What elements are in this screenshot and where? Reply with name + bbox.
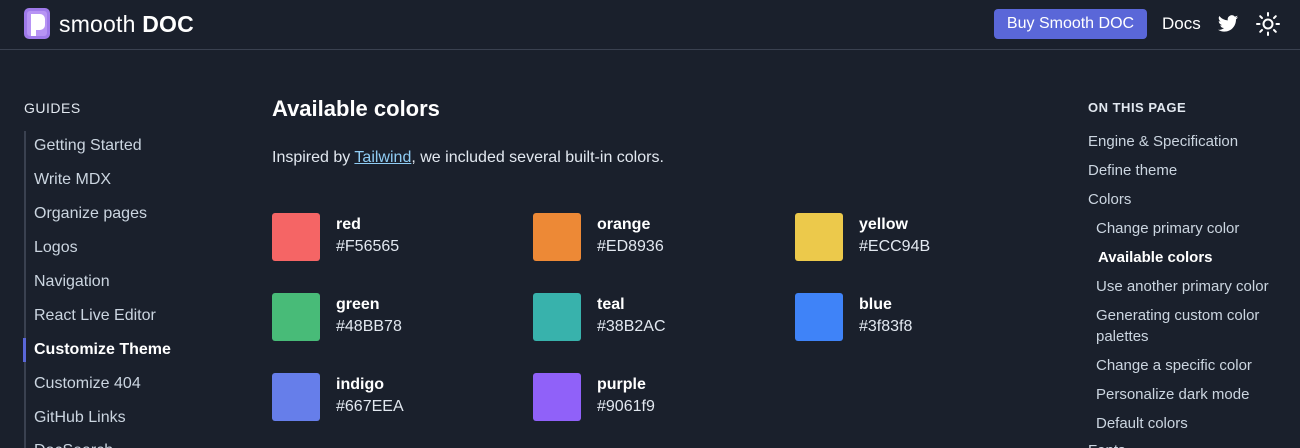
sidebar-item-customize-theme[interactable]: Customize Theme	[34, 339, 171, 361]
swatch-box	[533, 373, 581, 421]
sidebar-item-react-live-editor[interactable]: React Live Editor	[34, 305, 156, 327]
brand-logo-link[interactable]: smooth DOC	[24, 8, 194, 40]
color-swatch-teal: teal #38B2AC	[533, 293, 763, 343]
swatch-box	[272, 293, 320, 341]
sidebar-item-logos[interactable]: Logos	[34, 237, 78, 259]
color-swatch-green: green #48BB78	[272, 293, 502, 343]
swatch-hex: #48BB78	[336, 318, 402, 335]
smooth-doc-logo-icon	[24, 8, 50, 39]
sun-icon[interactable]	[1256, 12, 1280, 36]
toc-item-colors[interactable]: Colors	[1088, 189, 1131, 210]
swatch-hex: #9061f9	[597, 398, 655, 415]
brand-name: smooth DOC	[59, 10, 194, 37]
swatch-name: green	[336, 296, 380, 313]
swatch-box	[533, 293, 581, 341]
swatch-name: yellow	[859, 216, 908, 233]
color-swatch-indigo: indigo #667EEA	[272, 373, 502, 423]
toc-item-engine-specification[interactable]: Engine & Specification	[1088, 131, 1238, 152]
swatch-hex: #38B2AC	[597, 318, 666, 335]
sidebar-rail	[24, 131, 26, 448]
toc-item-change-a-specific-color[interactable]: Change a specific color	[1096, 355, 1252, 376]
swatch-name: blue	[859, 296, 892, 313]
swatch-hex: #667EEA	[336, 398, 404, 415]
toc-item-generating-custom-color-palettes[interactable]: Generating custom color palettes	[1096, 305, 1286, 347]
swatch-hex: #3f83f8	[859, 318, 913, 335]
sidebar-item-navigation[interactable]: Navigation	[34, 271, 110, 293]
sidebar-item-organize-pages[interactable]: Organize pages	[34, 203, 147, 225]
swatch-name: orange	[597, 216, 651, 233]
toc-item-define-theme[interactable]: Define theme	[1088, 160, 1177, 181]
swatch-box	[795, 213, 843, 261]
top-header: smooth DOC Buy Smooth DOC Docs	[0, 0, 1300, 50]
color-swatch-orange: orange #ED8936	[533, 213, 763, 263]
swatch-box	[533, 213, 581, 261]
docs-link[interactable]: Docs	[1162, 14, 1201, 34]
sidebar-item-customize-404[interactable]: Customize 404	[34, 373, 141, 395]
toc-item-fonts[interactable]: Fonts	[1088, 440, 1126, 448]
toc-item-available-colors[interactable]: Available colors	[1098, 247, 1213, 268]
swatch-name: teal	[597, 296, 625, 313]
swatch-hex: #ECC94B	[859, 238, 931, 255]
swatch-box	[272, 373, 320, 421]
sidebar-active-indicator	[23, 338, 26, 362]
color-swatch-purple: purple #9061f9	[533, 373, 763, 423]
color-swatch-yellow: yellow #ECC94B	[795, 213, 1025, 263]
sidebar-item-getting-started[interactable]: Getting Started	[34, 135, 142, 157]
toc-item-personalize-dark-mode[interactable]: Personalize dark mode	[1096, 384, 1249, 405]
swatch-box	[272, 213, 320, 261]
swatch-name: indigo	[336, 376, 384, 393]
color-swatch-red: red #F56565	[272, 213, 502, 263]
sidebar-section-title: GUIDES	[24, 100, 81, 116]
buy-smooth-doc-button[interactable]: Buy Smooth DOC	[994, 9, 1147, 39]
color-swatch-blue: blue #3f83f8	[795, 293, 1025, 343]
swatch-hex: #F56565	[336, 238, 400, 255]
sidebar-item-github-links[interactable]: GitHub Links	[34, 407, 126, 429]
toc-title: ON THIS PAGE	[1088, 100, 1187, 115]
twitter-icon[interactable]	[1217, 13, 1239, 35]
toc-item-use-another-primary-color[interactable]: Use another primary color	[1096, 276, 1269, 297]
toc-item-change-primary-color[interactable]: Change primary color	[1096, 218, 1239, 239]
sidebar-item-docsearch[interactable]: DocSearch	[34, 440, 113, 448]
swatch-name: purple	[597, 376, 646, 393]
intro-paragraph: Inspired by Tailwind, we included severa…	[272, 149, 664, 166]
swatch-box	[795, 293, 843, 341]
swatch-hex: #ED8936	[597, 238, 664, 255]
tailwind-link[interactable]: Tailwind	[354, 149, 411, 166]
swatch-name: red	[336, 216, 361, 233]
page-title: Available colors	[272, 96, 440, 121]
sidebar-item-write-mdx[interactable]: Write MDX	[34, 169, 111, 191]
toc-item-default-colors[interactable]: Default colors	[1096, 413, 1188, 434]
